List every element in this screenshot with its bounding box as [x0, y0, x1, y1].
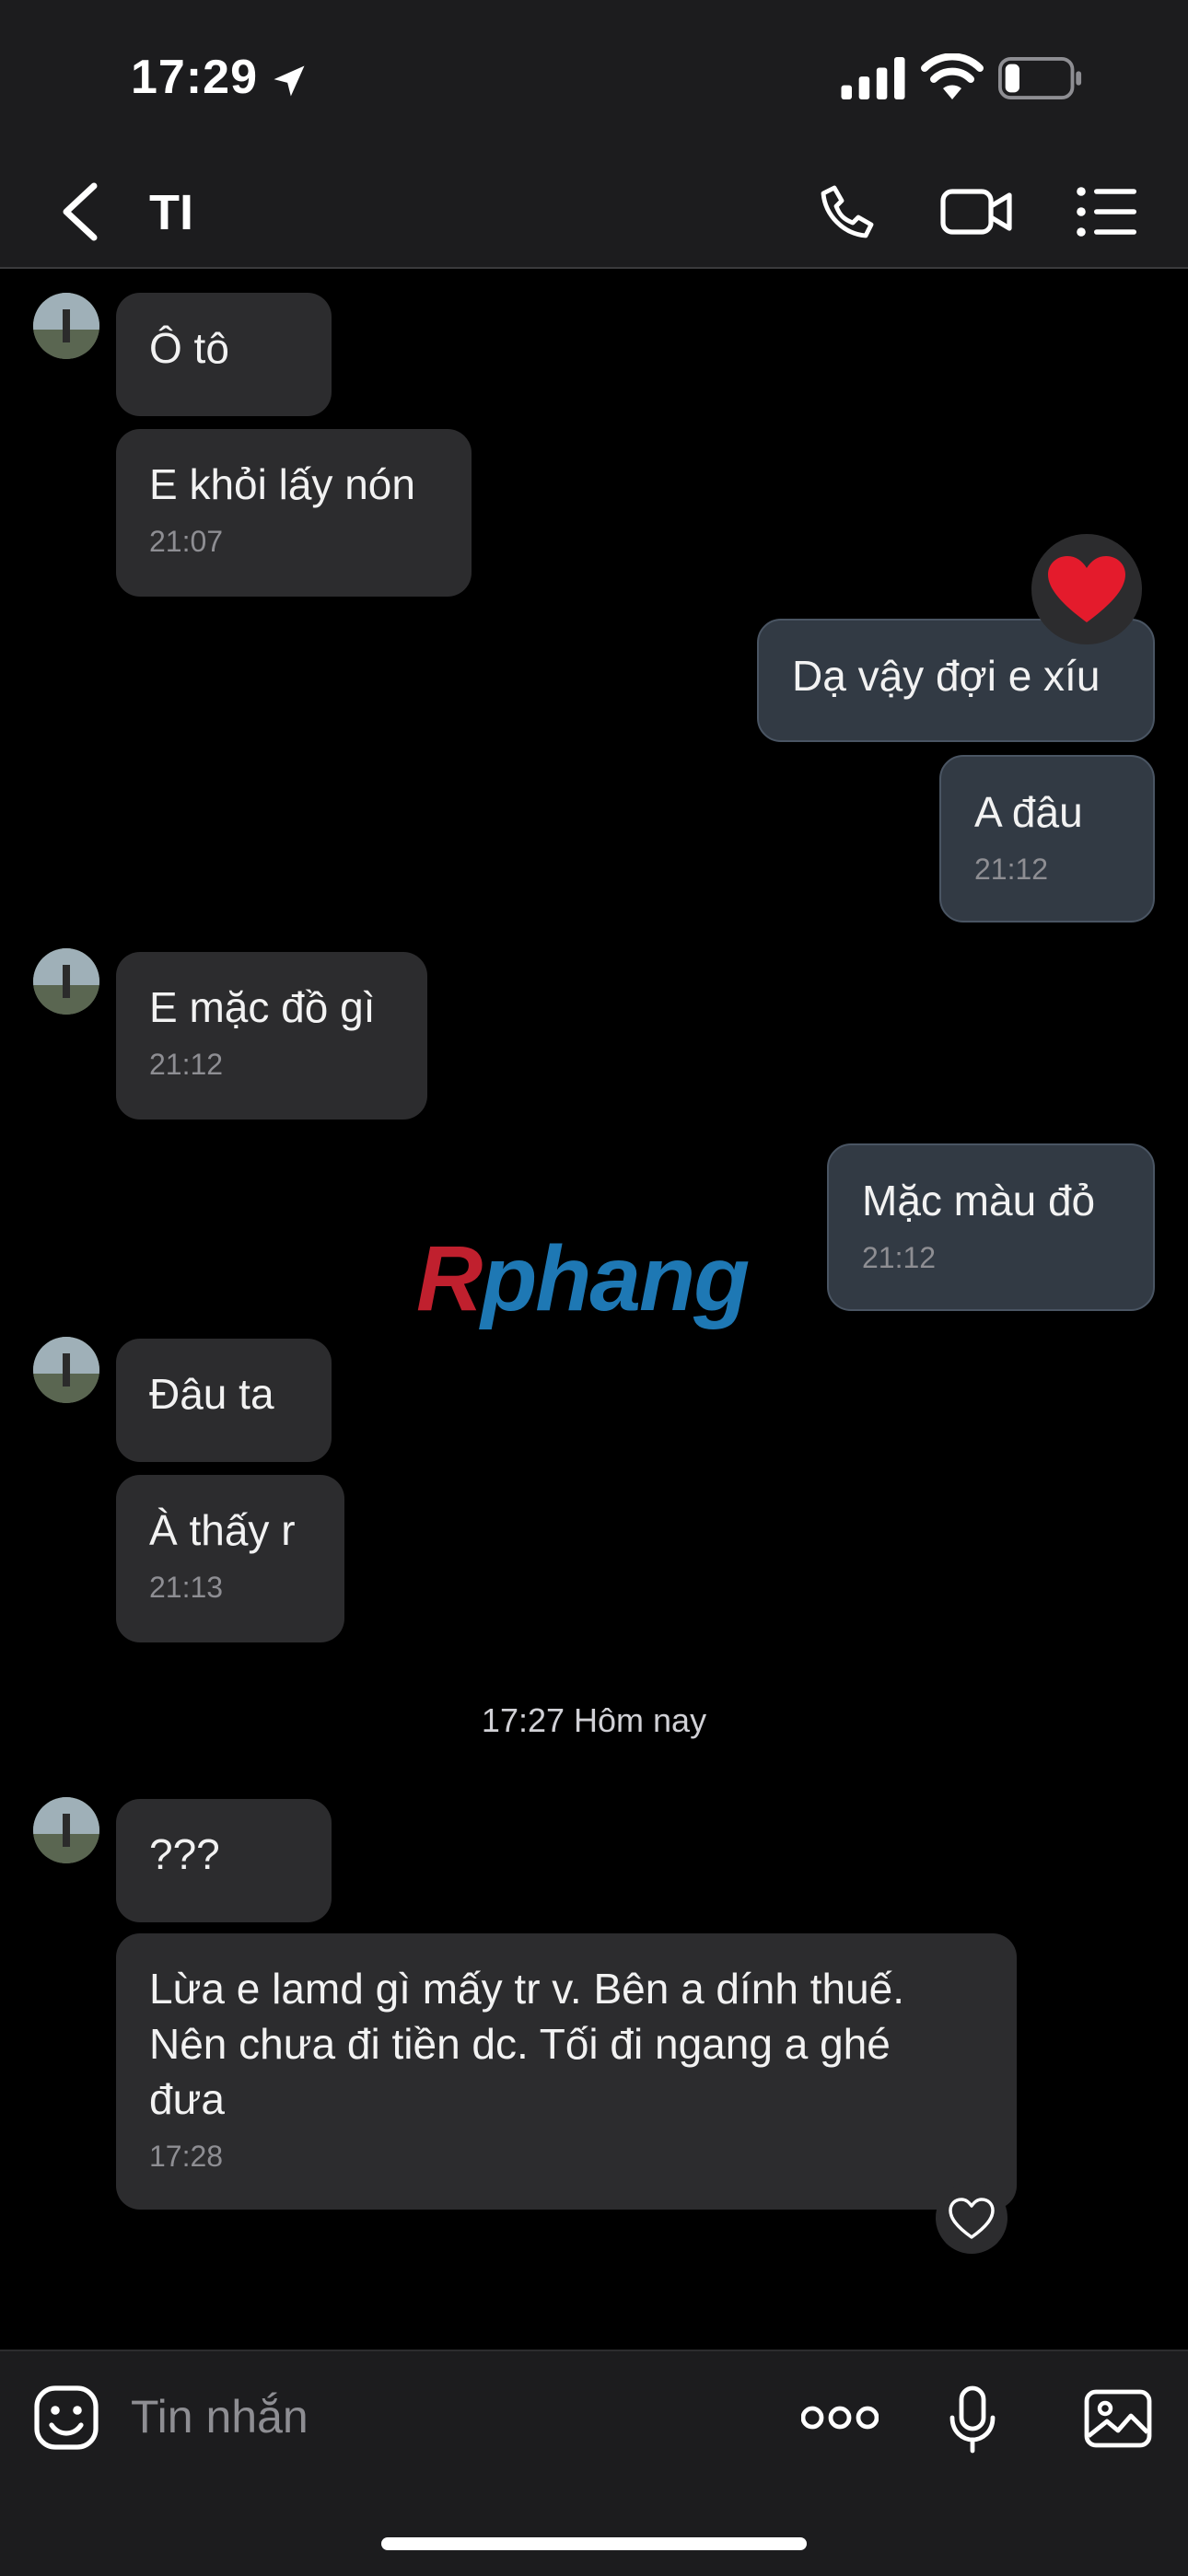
- message-text: Ô tô: [149, 324, 229, 372]
- status-bar: 17:29: [0, 0, 1188, 157]
- menu-icon[interactable]: [1076, 186, 1136, 238]
- message-text: ???: [149, 1830, 220, 1878]
- image-icon[interactable]: [1083, 2388, 1153, 2449]
- message-text: E khỏi lấy nón: [149, 460, 415, 508]
- location-arrow-icon: [274, 65, 305, 97]
- chat-header: TI: [0, 157, 1188, 269]
- avatar[interactable]: [33, 948, 99, 1015]
- message-text: Lừa e lamd gì mấy tr v. Bên a dính thuế.…: [149, 1965, 905, 2123]
- heart-outline-icon: [949, 2198, 995, 2239]
- message-text: Mặc màu đỏ: [862, 1177, 1096, 1224]
- message-text: A đâu: [974, 788, 1083, 836]
- message-bubble[interactable]: E mặc đồ gì 21:12: [116, 952, 427, 1120]
- watermark: Rphang: [416, 1226, 750, 1332]
- microphone-icon[interactable]: [949, 2385, 996, 2454]
- message-time: 21:12: [149, 1048, 224, 1081]
- message-time: 21:12: [862, 1241, 937, 1274]
- message-bubble[interactable]: E khỏi lấy nón 21:07: [116, 429, 472, 597]
- more-dots-icon[interactable]: [801, 2401, 879, 2434]
- message-time: 21:13: [149, 1571, 224, 1604]
- wifi-icon: [921, 53, 984, 99]
- message-text: À thấy r: [149, 1506, 296, 1554]
- back-icon[interactable]: [57, 180, 101, 243]
- message-input[interactable]: Tin nhắn: [131, 2390, 309, 2443]
- heart-reaction[interactable]: [1031, 534, 1142, 644]
- signal-icon: [841, 57, 905, 99]
- watermark-first-letter: R: [416, 1227, 483, 1330]
- emoji-icon[interactable]: [33, 2385, 99, 2451]
- message-time: 21:07: [149, 525, 224, 558]
- message-bubble[interactable]: A đâu 21:12: [939, 755, 1155, 922]
- status-time: 17:29: [131, 51, 258, 104]
- message-text: E mặc đồ gì: [149, 983, 376, 1031]
- message-bubble[interactable]: Mặc màu đỏ 21:12: [827, 1143, 1155, 1311]
- day-separator: 17:27 Hôm nay: [481, 1701, 707, 1739]
- message-bubble[interactable]: Ô tô: [116, 293, 332, 416]
- like-button[interactable]: [936, 2182, 1007, 2254]
- message-text: Dạ vậy đợi e xíu: [792, 652, 1101, 700]
- message-text: Đâu ta: [149, 1370, 274, 1418]
- video-call-icon[interactable]: [939, 184, 1013, 239]
- home-indicator[interactable]: [381, 2537, 807, 2550]
- avatar[interactable]: [33, 1337, 99, 1403]
- heart-reaction-icon: [1048, 556, 1125, 622]
- avatar[interactable]: [33, 293, 99, 359]
- message-time: 21:12: [974, 853, 1049, 886]
- message-bubble[interactable]: ???: [116, 1799, 332, 1922]
- chat-title[interactable]: TI: [149, 184, 193, 241]
- watermark-rest: phang: [481, 1227, 750, 1330]
- avatar[interactable]: [33, 1797, 99, 1863]
- message-bubble[interactable]: Lừa e lamd gì mấy tr v. Bên a dính thuế.…: [116, 1933, 1017, 2210]
- message-bubble[interactable]: Đâu ta: [116, 1339, 332, 1462]
- battery-icon: [998, 57, 1082, 99]
- phone-icon[interactable]: [818, 182, 877, 241]
- message-bubble[interactable]: À thấy r 21:13: [116, 1475, 344, 1642]
- message-time: 17:28: [149, 2140, 224, 2173]
